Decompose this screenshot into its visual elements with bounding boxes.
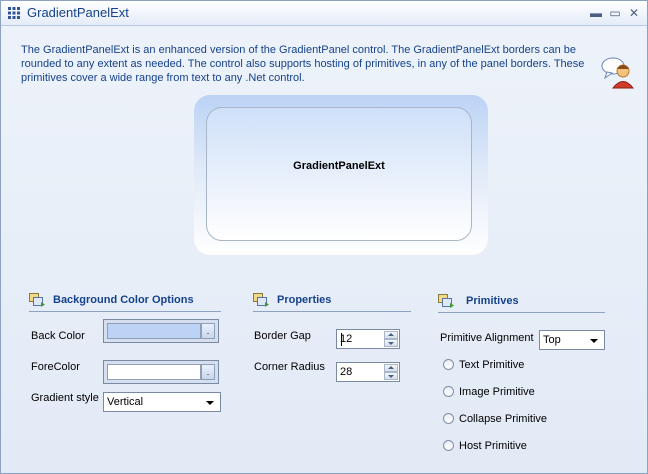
chevron-down-icon[interactable]: [590, 339, 598, 343]
image-primitive-radio[interactable]: [443, 386, 454, 397]
gradient-style-value: Vertical: [107, 396, 144, 408]
maximize-button[interactable]: ▭: [607, 5, 623, 21]
primitive-alignment-select[interactable]: Top: [539, 330, 605, 350]
spin-down-icon[interactable]: [384, 372, 398, 380]
description-text: The GradientPanelExt is an enhanced vers…: [21, 44, 585, 84]
background-options-header: Background Color Options: [29, 291, 221, 313]
fore-color-label: ForeColor: [31, 361, 80, 373]
properties-header: Properties: [253, 291, 411, 313]
title-bar[interactable]: GradientPanelExt ▬ ▭ ✕: [1, 1, 647, 26]
gradient-style-label: Gradient style: [31, 392, 99, 404]
fore-color-picker-button[interactable]: .: [201, 364, 215, 380]
panel-settings-icon: [438, 294, 454, 308]
back-color-swatch: [107, 323, 201, 339]
background-options-title: Background Color Options: [53, 294, 194, 306]
panel-settings-icon: [253, 293, 269, 307]
text-primitive-radio[interactable]: [443, 359, 454, 370]
back-color-label: Back Color: [31, 330, 85, 342]
gradient-style-select[interactable]: Vertical: [103, 392, 221, 412]
gradient-panel-preview: GradientPanelExt: [194, 95, 488, 255]
primitive-alignment-label: Primitive Alignment: [440, 332, 534, 344]
primitive-alignment-value: Top: [543, 334, 561, 346]
back-color-picker[interactable]: .: [103, 319, 219, 343]
spin-up-icon[interactable]: [384, 364, 398, 372]
image-primitive-label[interactable]: Image Primitive: [459, 386, 535, 398]
text-primitive-label[interactable]: Text Primitive: [459, 359, 524, 371]
fore-color-picker[interactable]: .: [103, 360, 219, 384]
gradient-panel-inner: GradientPanelExt: [206, 107, 472, 241]
border-gap-label: Border Gap: [254, 330, 311, 342]
primitives-title: Primitives: [466, 295, 519, 307]
spin-buttons: [384, 331, 398, 347]
border-gap-stepper[interactable]: 12: [336, 329, 400, 349]
back-color-picker-button[interactable]: .: [201, 323, 215, 339]
close-button[interactable]: ✕: [626, 5, 642, 21]
gradient-panel-label: GradientPanelExt: [293, 160, 385, 172]
fore-color-swatch: [107, 364, 201, 380]
window-title: GradientPanelExt: [27, 5, 129, 20]
primitives-header: Primitives: [438, 292, 605, 314]
host-primitive-label[interactable]: Host Primitive: [459, 440, 527, 452]
section-divider: [438, 312, 605, 313]
app-window: GradientPanelExt ▬ ▭ ✕ The GradientPanel…: [0, 0, 648, 474]
corner-radius-stepper[interactable]: 28: [336, 362, 400, 382]
corner-radius-value: 28: [340, 366, 353, 378]
spin-down-icon[interactable]: [384, 339, 398, 347]
help-user-icon[interactable]: [601, 55, 635, 89]
panel-settings-icon: [29, 293, 45, 307]
chevron-down-icon[interactable]: [206, 401, 214, 405]
properties-title: Properties: [277, 294, 332, 306]
spin-up-icon[interactable]: [384, 331, 398, 339]
collapse-primitive-label[interactable]: Collapse Primitive: [459, 413, 547, 425]
section-divider: [29, 311, 221, 312]
host-primitive-radio[interactable]: [443, 440, 454, 451]
section-divider: [253, 311, 411, 312]
spin-buttons: [384, 364, 398, 380]
collapse-primitive-radio[interactable]: [443, 413, 454, 424]
corner-radius-label: Corner Radius: [254, 361, 325, 373]
app-grid-icon: [8, 7, 20, 19]
minimize-button[interactable]: ▬: [588, 5, 604, 21]
text-caret: [341, 333, 342, 346]
